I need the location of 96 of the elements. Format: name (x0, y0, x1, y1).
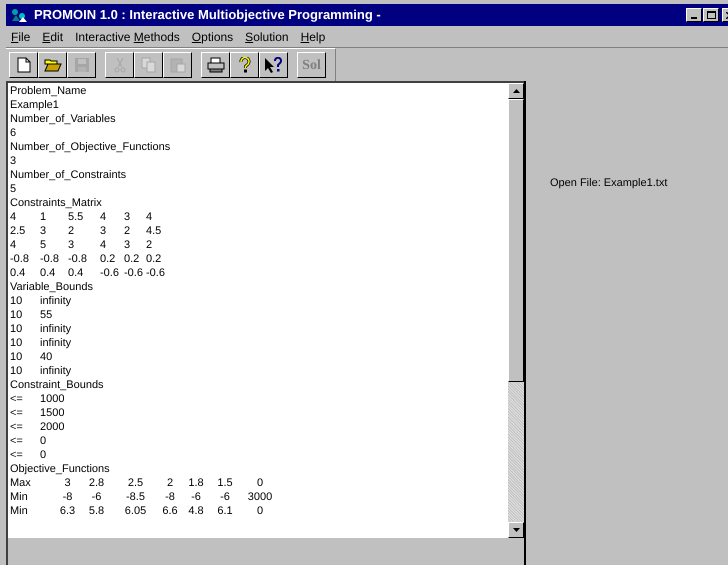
text-value: 10 (10, 350, 24, 364)
text-value: 3 (63, 476, 72, 490)
text-value: 55 (40, 308, 54, 322)
menu-item[interactable]: Options (186, 28, 238, 46)
text-value: 2.5 (10, 224, 26, 238)
text-value: 6.3 (58, 504, 76, 518)
text-value: 3 (10, 154, 16, 168)
text-value: Number_of_Variables (10, 112, 116, 126)
text-value: 4.5 (146, 224, 162, 238)
text-value: 0.4 (40, 266, 56, 280)
text-value: 10 (10, 364, 24, 378)
text-value: 10 (10, 294, 24, 308)
text-value: 6.1 (216, 504, 234, 518)
text-value: Problem_Name (10, 84, 86, 98)
text-value: infinity (40, 322, 72, 336)
text-value: <= (10, 392, 24, 406)
text-value: infinity (40, 364, 72, 378)
text-value: 3 (68, 238, 76, 252)
text-value: 4.8 (187, 504, 205, 518)
text-value: 0.2 (146, 252, 162, 266)
text-value: 0.2 (124, 252, 140, 266)
text-value: 1000 (40, 392, 66, 406)
text-value: -8 (164, 490, 176, 504)
text-value: Constraints_Matrix (10, 196, 102, 210)
text-value: 1.8 (187, 476, 205, 490)
text-value: 2.8 (88, 476, 106, 490)
text-value: 3000 (246, 490, 274, 504)
text-value: 2000 (40, 420, 66, 434)
text-value: 2.5 (126, 476, 144, 490)
text-value: 10 (10, 336, 24, 350)
text-value: -0.8 (68, 252, 88, 266)
text-value: 0.4 (10, 266, 26, 280)
text-value: 2 (166, 476, 174, 490)
text-value: Min (10, 490, 29, 504)
text-value: 3 (100, 224, 108, 238)
text-value: 10 (10, 322, 24, 336)
text-value: 0 (40, 434, 48, 448)
text-value: infinity (40, 336, 72, 350)
text-value: 4 (10, 238, 18, 252)
text-value: Min (10, 504, 29, 518)
text-value: <= (10, 448, 24, 462)
text-value: 1 (40, 210, 48, 224)
status-text: Open File: Example1.txt (550, 177, 668, 189)
text-value: 2 (146, 238, 154, 252)
text-value: 2 (68, 224, 76, 238)
text-value: -0.8 (40, 252, 60, 266)
text-value: 1500 (40, 406, 66, 420)
text-value: 5 (10, 182, 16, 196)
text-value: <= (10, 420, 24, 434)
menu-item[interactable]: Edit (37, 28, 68, 46)
text-value: <= (10, 434, 24, 448)
text-value: -6 (219, 490, 231, 504)
text-value: -0.6 (124, 266, 144, 280)
text-value: Objective_Functions (10, 462, 110, 476)
text-value: 0.4 (68, 266, 84, 280)
menu-item[interactable]: Solution (240, 28, 294, 46)
menu-item[interactable]: File (6, 28, 36, 46)
text-value: 5 (40, 238, 48, 252)
text-value: 0 (40, 448, 48, 462)
text-value: 4 (100, 238, 108, 252)
text-value: Number_of_Objective_Functions (10, 140, 170, 154)
text-value: 5.5 (68, 210, 84, 224)
text-value: -8 (62, 490, 74, 504)
text-value: 3 (40, 224, 48, 238)
text-value: Number_of_Constraints (10, 168, 126, 182)
text-value: 1.5 (216, 476, 234, 490)
text-value: 6.05 (124, 504, 148, 518)
text-value: 5.8 (88, 504, 106, 518)
text-value: 3 (124, 210, 132, 224)
menu-item[interactable]: Help (296, 28, 330, 46)
text-value: 0 (256, 476, 264, 490)
text-value: 6.6 (161, 504, 179, 518)
text-value: Constraint_Bounds (10, 378, 104, 392)
text-value: Example1 (10, 98, 59, 112)
window-title: PROMOIN 1.0 : Interactive Multiobjective Programming - (34, 6, 381, 24)
text-value: 40 (40, 350, 54, 364)
text-value: 4 (100, 210, 108, 224)
text-value: -6 (190, 490, 202, 504)
text-value: 10 (10, 308, 24, 322)
text-value: 2 (124, 224, 132, 238)
text-value: 4 (146, 210, 154, 224)
text-value: 0.2 (100, 252, 116, 266)
text-value: -0.6 (100, 266, 120, 280)
menu-item[interactable]: Interactive Methods (70, 28, 185, 46)
text-value: 0 (256, 504, 264, 518)
text-value: infinity (40, 294, 72, 308)
text-value: -6 (90, 490, 102, 504)
text-value: -0.6 (146, 266, 166, 280)
text-value: 3 (124, 238, 132, 252)
text-value: Max (10, 476, 32, 490)
text-value: 4 (10, 210, 18, 224)
text-value: 6 (10, 126, 16, 140)
text-value: <= (10, 406, 24, 420)
text-value: -0.8 (10, 252, 30, 266)
text-value: -8.5 (125, 490, 146, 504)
text-value: Variable_Bounds (10, 280, 93, 294)
